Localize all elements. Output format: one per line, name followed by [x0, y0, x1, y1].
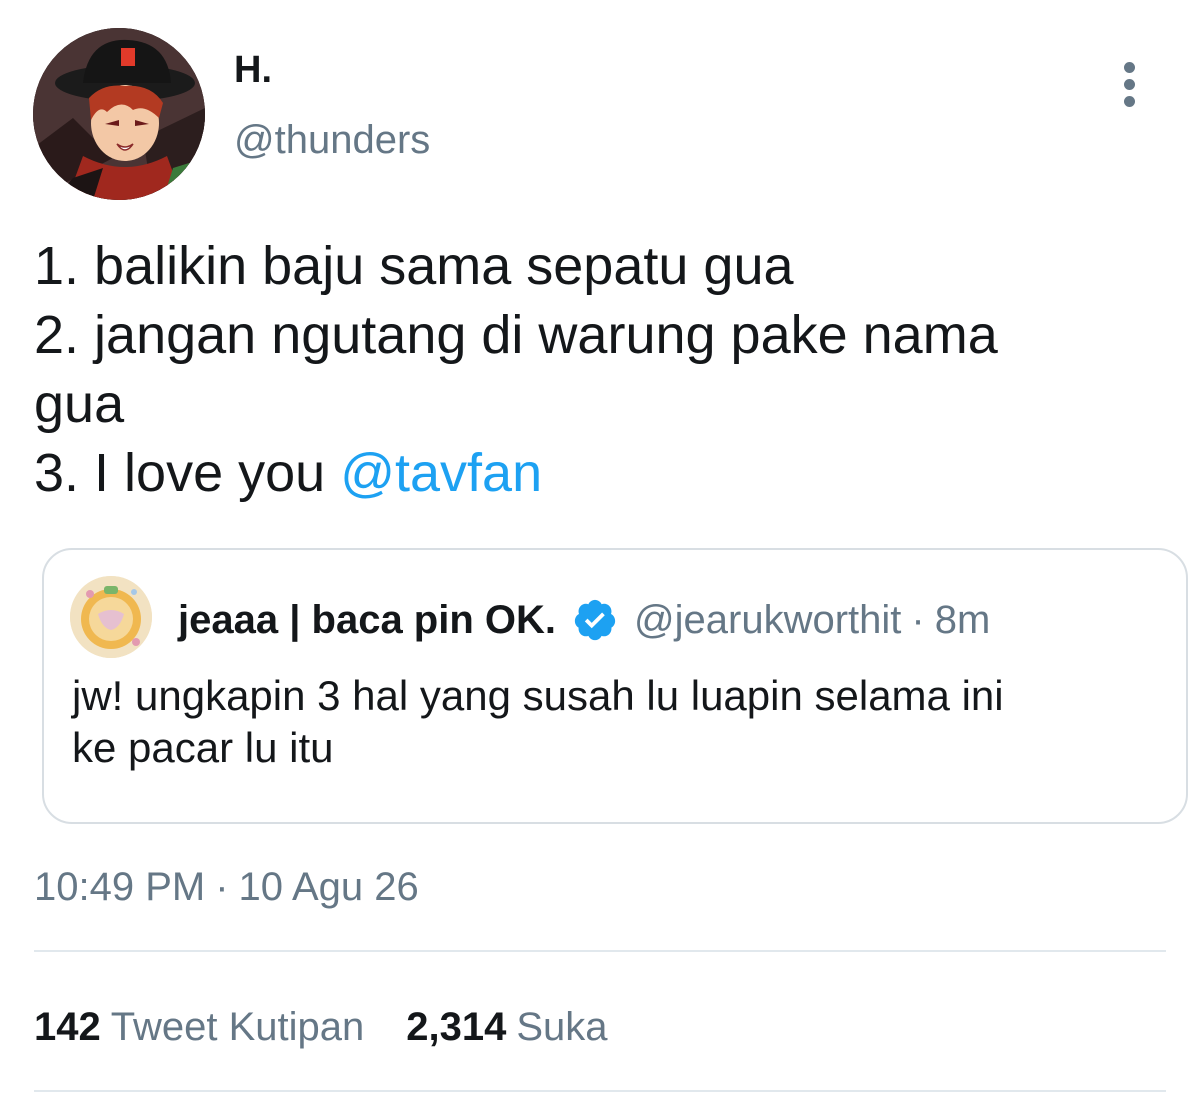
author-avatar[interactable]: [33, 28, 205, 200]
engagement-stats: 142 Tweet Kutipan 2,314 Suka: [34, 1002, 650, 1052]
quoted-tweet-header: jeaaa | baca pin OK. @jearukworthit · 8m: [178, 594, 990, 646]
verified-badge-icon: [572, 597, 618, 643]
quoted-author-name: jeaaa | baca pin OK.: [178, 597, 557, 642]
author-handle[interactable]: @thunders: [234, 116, 430, 164]
timestamp-date: 10 Agu 26: [238, 865, 419, 909]
quoted-tweet-text: jw! ungkapin 3 hal yang susah lu luapin …: [72, 670, 1162, 774]
tweet-detail: H. @thunders 1. balikin baju sama sepatu…: [0, 0, 1200, 1097]
quote-tweets-label: Tweet Kutipan: [110, 1005, 365, 1049]
likes-label: Suka: [516, 1005, 608, 1049]
timestamp-separator: ·: [215, 865, 229, 909]
anime-avatar: [33, 28, 205, 200]
food-avatar-icon: [70, 576, 152, 658]
likes-stat[interactable]: 2,314 Suka: [406, 1002, 607, 1052]
quoted-line: ke pacar lu itu: [72, 724, 334, 771]
tweet-line: 1. balikin baju sama sepatu gua: [34, 236, 794, 296]
quoted-line: jw! ungkapin 3 hal yang susah lu luapin …: [72, 672, 1004, 719]
tweet-line: gua: [34, 374, 125, 434]
tweet-text: 1. balikin baju sama sepatu gua 2. janga…: [34, 232, 1154, 508]
divider: [34, 1090, 1166, 1092]
quoted-author-avatar: [70, 576, 152, 658]
more-icon: [1124, 62, 1135, 73]
more-icon-dot: [1124, 96, 1135, 107]
tweet-line: 3. I love you: [34, 443, 341, 503]
tweet-timestamp[interactable]: 10:49 PM · 10 Agu 26: [34, 862, 419, 912]
quoted-time: 8m: [934, 597, 991, 642]
more-icon-dot: [1124, 79, 1135, 90]
tweet-line-with-mention: 3. I love you @tavfan: [34, 439, 1154, 508]
quote-tweets-stat[interactable]: 142 Tweet Kutipan: [34, 1002, 364, 1052]
tweet-line: 2. jangan ngutang di warung pake nama: [34, 305, 998, 365]
quote-tweets-count: 142: [34, 1005, 101, 1049]
divider: [34, 950, 1166, 952]
more-options-button[interactable]: [1108, 58, 1152, 110]
likes-count: 2,314: [406, 1005, 507, 1049]
mention-link[interactable]: @tavfan: [340, 443, 542, 503]
author-display-name[interactable]: H.: [234, 48, 272, 92]
quoted-author-handle: @jearukworthit: [634, 597, 902, 642]
quoted-tweet-card[interactable]: jeaaa | baca pin OK. @jearukworthit · 8m…: [42, 548, 1188, 824]
timestamp-time: 10:49 PM: [34, 865, 206, 909]
quoted-separator: ·: [911, 597, 925, 642]
